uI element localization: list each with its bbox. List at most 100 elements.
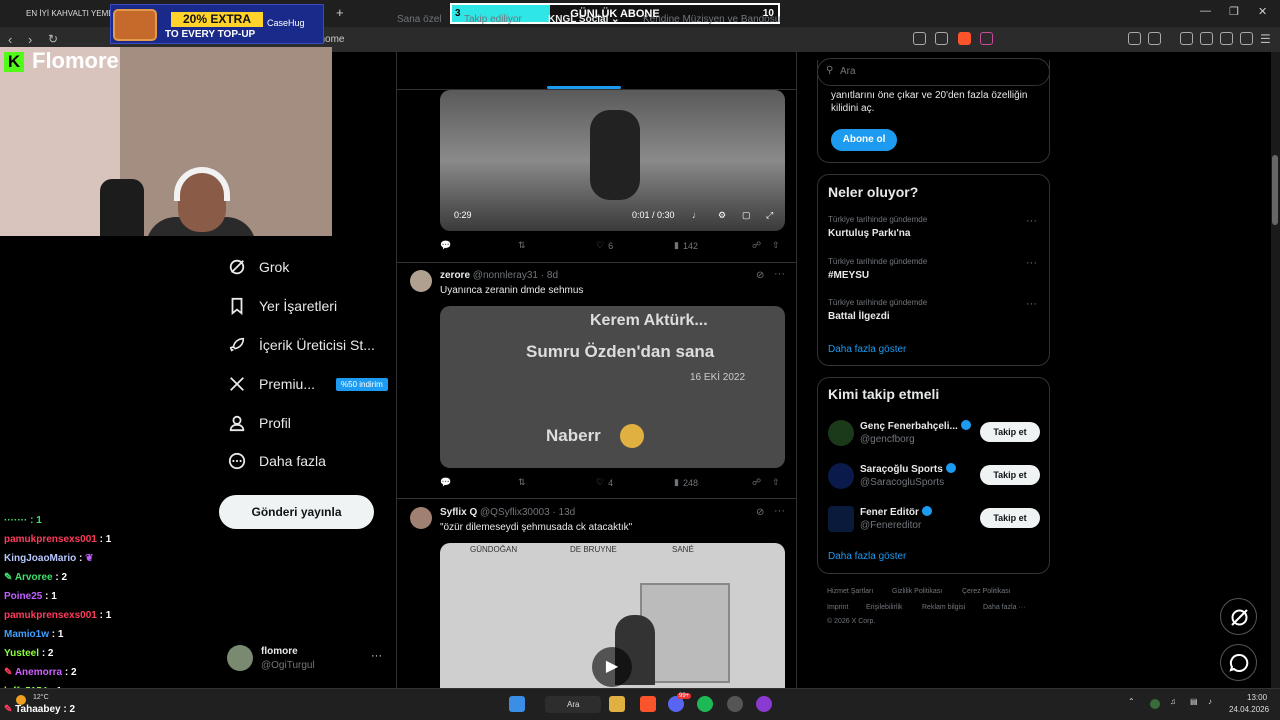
browser-tab[interactable]: EN İYİ KAHVALTI YEMEK <box>4 4 112 23</box>
pip-icon[interactable]: ▢ <box>742 210 751 221</box>
post-video[interactable]: GÜNDOĞAN DE BRUYNE SANÉ ▶ <box>440 543 785 688</box>
microphone-icon[interactable]: ♫ <box>1170 697 1176 706</box>
reload-icon[interactable]: ↻ <box>48 32 58 46</box>
screenshot-icon[interactable] <box>1148 32 1161 45</box>
post-author[interactable]: Syflix Q @QSyflix30003 · 13d <box>440 507 575 518</box>
grok-icon[interactable]: ⊘ <box>756 507 764 518</box>
trend-item[interactable]: #MEYSU <box>828 270 869 281</box>
trend-more-icon[interactable]: ··· <box>1026 215 1037 227</box>
post-author[interactable]: zerore @nonnleray31 · 8d <box>440 270 558 281</box>
sidebar-toggle-icon[interactable] <box>1180 32 1193 45</box>
reply-icon[interactable]: 💬 <box>440 240 451 251</box>
volume-icon[interactable]: ♪ <box>1208 697 1212 706</box>
network-icon[interactable]: ▤ <box>1190 697 1198 706</box>
account-more-icon[interactable]: ··· <box>371 650 382 662</box>
share-icon[interactable]: ⇧ <box>772 240 780 251</box>
menu-icon[interactable]: ☰ <box>1260 32 1271 46</box>
wallet-icon[interactable] <box>1200 32 1213 45</box>
sidebar-item-bookmarks[interactable]: Yer İşaretleri <box>228 292 337 320</box>
scrollbar-thumb[interactable] <box>1272 155 1278 225</box>
bookmark-icon[interactable]: ☍ <box>752 477 761 488</box>
show-more-link[interactable]: Daha fazla göster <box>828 551 906 562</box>
scrollbar[interactable] <box>1271 52 1280 688</box>
suggestion-name[interactable]: Saraçoğlu Sports <box>860 463 956 475</box>
forward-icon[interactable]: › <box>28 32 32 47</box>
play-icon[interactable]: ▶ <box>592 647 632 687</box>
back-icon[interactable]: ‹ <box>8 32 12 47</box>
volume-icon[interactable]: ♩ <box>692 210 701 220</box>
maximize-icon[interactable]: ❐ <box>1229 5 1239 18</box>
trend-more-icon[interactable]: ··· <box>1026 298 1037 310</box>
avatar[interactable] <box>828 463 854 489</box>
post-more-icon[interactable]: ··· <box>774 268 785 280</box>
sidebar-item-creator-studio[interactable]: İçerik Üreticisi St... <box>228 331 375 359</box>
account-switcher[interactable]: flomore @OgiTurgul ··· <box>227 644 387 674</box>
close-window-icon[interactable]: ✕ <box>1258 5 1267 18</box>
grok-icon[interactable]: ⊘ <box>756 270 764 281</box>
share-icon[interactable] <box>935 32 948 45</box>
post-image[interactable]: Kerem Aktürk... Sumru Özden'dan sana 16 … <box>440 306 785 468</box>
spotify-icon[interactable] <box>697 696 713 712</box>
post-video[interactable]: 0:29 0:01 / 0:30 ♩ ⚙ ▢ ⤢ <box>440 90 785 231</box>
footer-link[interactable]: Hizmet Şartları <box>827 588 873 595</box>
suggestion-name[interactable]: Fener Editör <box>860 506 932 518</box>
taskbar-search[interactable]: Ara <box>545 696 601 713</box>
rewards-icon[interactable] <box>980 32 993 45</box>
footer-link[interactable]: Erişilebilirlik <box>866 604 903 611</box>
share-icon[interactable]: ⇧ <box>772 477 780 488</box>
sidebar-item-grok[interactable]: Grok <box>228 253 289 281</box>
start-icon[interactable] <box>509 696 525 712</box>
trend-item[interactable]: Battal İlgezdi <box>828 311 890 322</box>
post-more-icon[interactable]: ··· <box>774 505 785 517</box>
chevron-up-icon[interactable]: ⌃ <box>1128 697 1135 706</box>
footer-link[interactable]: Daha fazla ··· <box>983 604 1025 611</box>
follow-button[interactable]: Takip et <box>980 422 1040 442</box>
repost-icon[interactable]: ⇅ <box>518 477 526 488</box>
subscribe-button[interactable]: Abone ol <box>831 129 897 151</box>
new-tab-button[interactable]: + <box>336 5 344 20</box>
post-button[interactable]: Gönderi yayınla <box>219 495 374 529</box>
sidebar-item-premium[interactable]: Premiu... %50 indirim <box>228 370 388 398</box>
leo-ai-icon[interactable] <box>1220 32 1233 45</box>
obs-icon[interactable] <box>756 696 772 712</box>
avatar[interactable] <box>410 270 432 292</box>
settings-icon[interactable]: ⚙ <box>718 210 726 221</box>
tray-app-icon[interactable] <box>1150 699 1160 709</box>
views-button[interactable]: ▮ 142 <box>674 240 698 251</box>
extensions-icon[interactable] <box>1128 32 1141 45</box>
brave-shield-icon[interactable] <box>958 32 971 45</box>
brave-icon[interactable] <box>640 696 656 712</box>
suggestion-name[interactable]: Genç Fenerbahçeli... <box>860 420 971 432</box>
vpn-icon[interactable] <box>1240 32 1253 45</box>
fullscreen-icon[interactable]: ⤢ <box>766 210 773 221</box>
minimize-icon[interactable]: — <box>1200 5 1211 17</box>
tab-community[interactable]: Kendine Müzisyen ve Bandosu <box>643 14 780 25</box>
like-button[interactable]: ♡ 6 <box>596 240 613 251</box>
tab-for-you[interactable]: Sana özel <box>397 14 441 25</box>
trend-item[interactable]: Kurtuluş Parkı'na <box>828 228 910 239</box>
cast-icon[interactable] <box>913 32 926 45</box>
reply-icon[interactable]: 💬 <box>440 477 451 488</box>
show-more-link[interactable]: Daha fazla göster <box>828 344 906 355</box>
tab-following[interactable]: Takip ediliyor <box>464 14 522 25</box>
avatar[interactable] <box>410 507 432 529</box>
bookmark-icon[interactable]: ☍ <box>752 240 761 251</box>
trend-more-icon[interactable]: ··· <box>1026 257 1037 269</box>
repost-icon[interactable]: ⇅ <box>518 240 526 251</box>
steam-icon[interactable] <box>727 696 743 712</box>
avatar[interactable] <box>828 506 854 532</box>
follow-button[interactable]: Takip et <box>980 465 1040 485</box>
footer-link[interactable]: Imprint <box>827 604 848 611</box>
footer-link[interactable]: Çerez Politikası <box>962 588 1011 595</box>
sidebar-item-more[interactable]: Daha fazla <box>228 447 326 475</box>
avatar[interactable] <box>828 420 854 446</box>
follow-button[interactable]: Takip et <box>980 508 1040 528</box>
tab-kngl-social[interactable]: KNGL Social ⌄ <box>548 14 620 25</box>
like-button[interactable]: ♡ 4 <box>596 477 613 488</box>
sidebar-item-profile[interactable]: Profil <box>228 409 291 437</box>
footer-link[interactable]: Gizlilik Politikası <box>892 588 942 595</box>
views-button[interactable]: ▮ 248 <box>674 477 698 488</box>
messages-fab[interactable] <box>1220 644 1257 681</box>
file-explorer-icon[interactable] <box>609 696 625 712</box>
footer-link[interactable]: Reklam bilgisi <box>922 604 965 611</box>
